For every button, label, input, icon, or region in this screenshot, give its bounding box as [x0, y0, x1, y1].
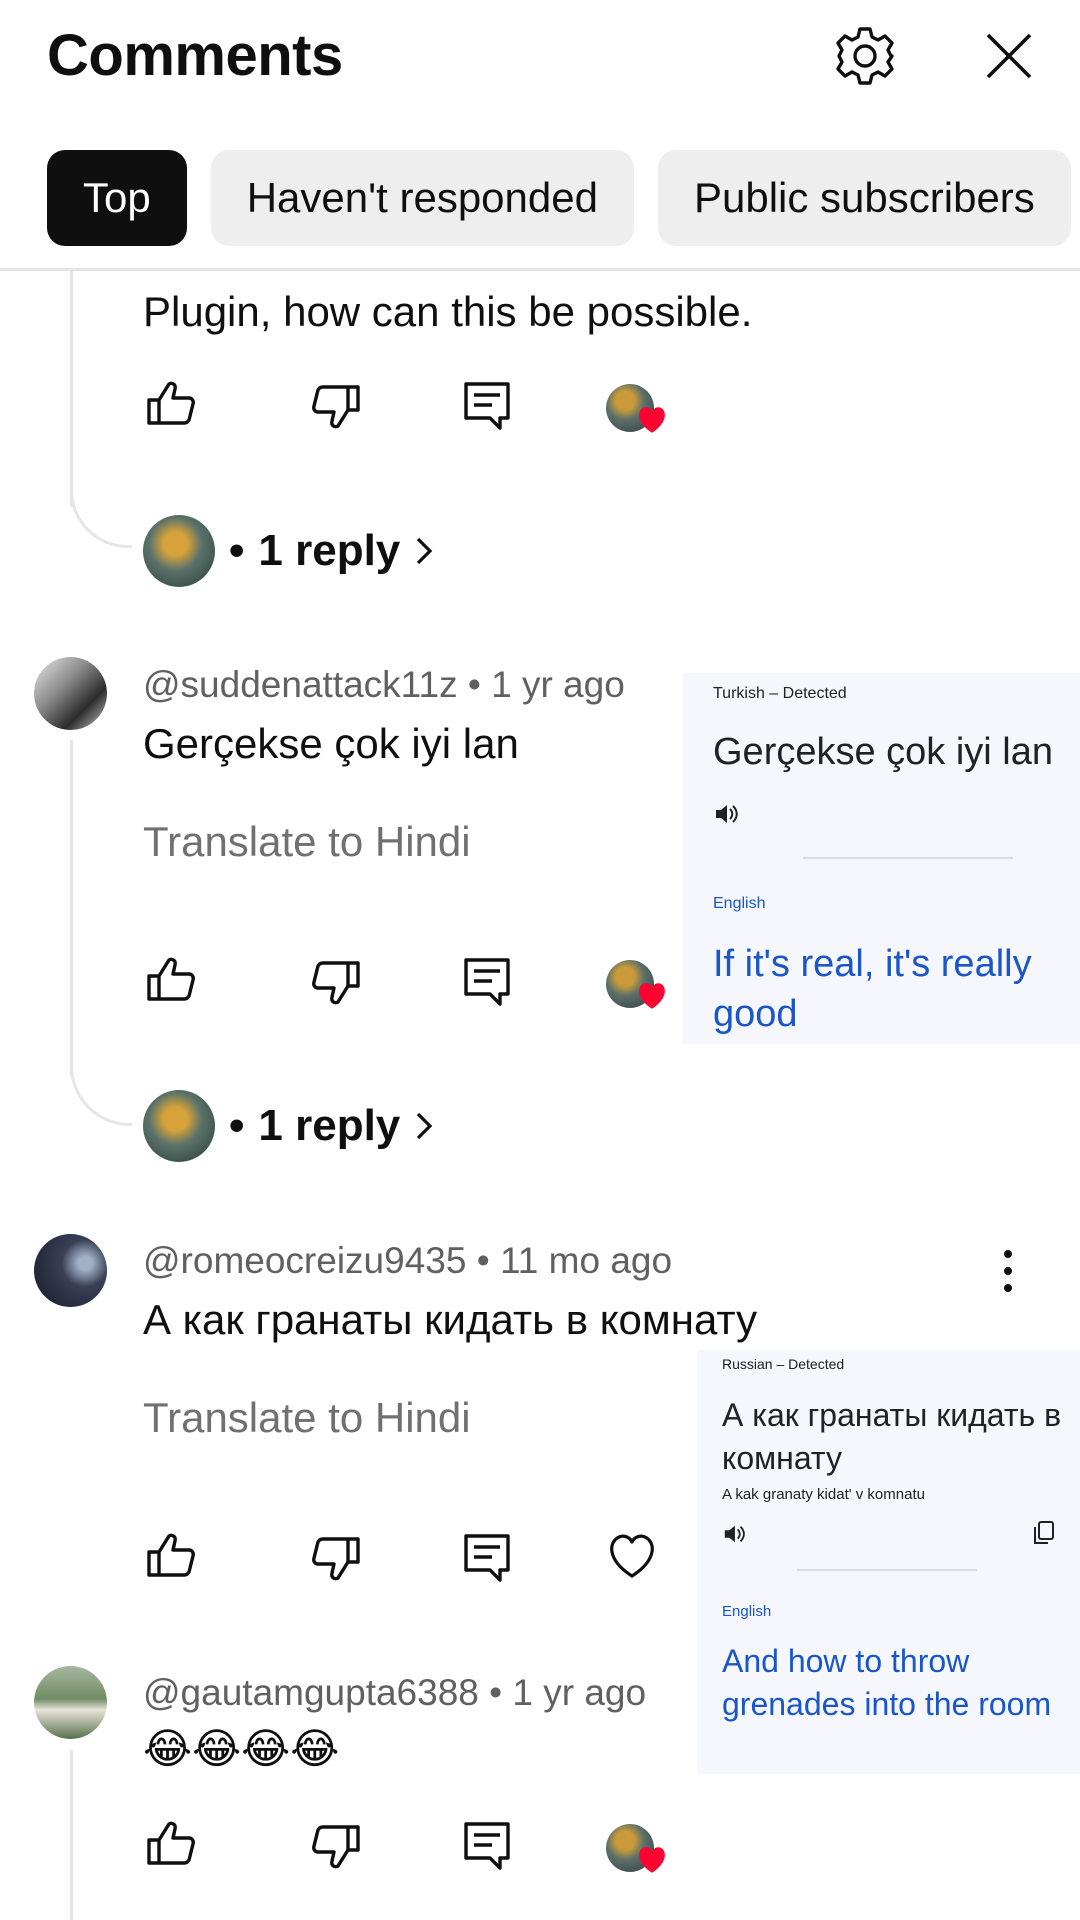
replies-link[interactable]: • 1 reply	[229, 526, 436, 576]
comment-text: Gerçekse çok iyi lan	[143, 720, 519, 767]
page-title: Comments	[47, 23, 343, 88]
chevron-right-icon	[416, 1112, 432, 1140]
replies-link[interactable]: • 1 reply	[229, 1101, 436, 1151]
reply-icon[interactable]	[460, 954, 514, 1008]
dislike-icon[interactable]	[310, 1818, 364, 1872]
heart-outline-icon[interactable]	[606, 1530, 658, 1582]
more-options-icon[interactable]	[990, 1246, 1026, 1296]
translate-link[interactable]: Translate to Hindi	[143, 1394, 471, 1442]
filter-chips: Top Haven't responded Public subscribers	[47, 150, 1071, 246]
copy-icon[interactable]	[1033, 1520, 1055, 1546]
comment-text: 😂😂😂😂	[143, 1724, 340, 1773]
popup-divider	[803, 857, 1013, 859]
dot-separator: •	[229, 526, 245, 575]
heart-icon	[639, 407, 665, 433]
thread-line	[70, 271, 73, 507]
dislike-icon[interactable]	[310, 1530, 364, 1584]
dot-separator: •	[476, 1240, 500, 1281]
thread-line	[70, 740, 73, 1077]
translation-text: And how to throw grenades into the room	[722, 1643, 1052, 1722]
like-icon[interactable]	[143, 954, 197, 1008]
timestamp: 1 yr ago	[491, 664, 625, 705]
target-language: English	[713, 895, 766, 912]
reply-icon[interactable]	[460, 1530, 514, 1584]
avatar[interactable]	[34, 1666, 107, 1739]
translate-link[interactable]: Translate to Hindi	[143, 818, 471, 866]
transliteration-text: A kak granaty kidat' v komnatu	[722, 1486, 925, 1503]
replies-count: 1 reply	[258, 1101, 401, 1150]
dislike-icon[interactable]	[310, 954, 364, 1008]
comment-meta: @gautamgupta6388 • 1 yr ago	[143, 1672, 646, 1714]
author-handle[interactable]: @romeocreizu9435	[143, 1240, 466, 1281]
dot-separator: •	[489, 1672, 513, 1713]
creator-heart-badge[interactable]	[606, 1820, 672, 1880]
author-handle[interactable]: @suddenattack11z	[143, 664, 458, 705]
reply-avatar[interactable]	[143, 1090, 215, 1162]
like-icon[interactable]	[143, 378, 197, 432]
replies-count: 1 reply	[258, 526, 401, 575]
translate-popup: Russian – Detected А как гранаты кидать …	[697, 1350, 1080, 1774]
thread-line	[70, 1750, 73, 1920]
speaker-icon[interactable]	[713, 801, 739, 827]
header-divider	[0, 268, 1080, 271]
translate-popup: Turkish – Detected Gerçekse çok iyi lan …	[683, 673, 1080, 1044]
reply-icon[interactable]	[460, 378, 514, 432]
chip-top[interactable]: Top	[47, 150, 187, 246]
creator-heart-badge[interactable]	[606, 956, 672, 1016]
speaker-icon[interactable]	[722, 1522, 746, 1546]
translation-text: If it's real, it's really good	[713, 943, 1032, 1035]
reply-icon[interactable]	[460, 1818, 514, 1872]
thread-curve	[70, 490, 132, 548]
source-text: А как гранаты кидать в комнату	[722, 1397, 1062, 1476]
comment-text: Plugin, how can this be possible.	[143, 288, 753, 335]
popup-divider	[797, 1569, 977, 1571]
timestamp: 1 yr ago	[512, 1672, 647, 1713]
timestamp: 11 mo ago	[499, 1240, 673, 1281]
creator-heart-badge[interactable]	[606, 380, 672, 440]
chip-havent-responded[interactable]: Haven't responded	[210, 150, 634, 246]
heart-icon	[639, 983, 665, 1009]
comment-meta: @romeocreizu9435 • 11 mo ago	[143, 1240, 672, 1282]
thread-curve	[70, 1066, 132, 1126]
like-icon[interactable]	[143, 1530, 197, 1584]
gear-icon[interactable]	[829, 20, 901, 92]
target-language: English	[722, 1603, 772, 1620]
comment-meta: @suddenattack11z • 1 yr ago	[143, 664, 625, 706]
avatar[interactable]	[34, 657, 107, 730]
author-handle[interactable]: @gautamgupta6388	[143, 1672, 479, 1713]
like-icon[interactable]	[143, 1818, 197, 1872]
source-language: Russian – Detected	[722, 1356, 845, 1372]
chip-public-subscribers[interactable]: Public subscribers	[657, 150, 1071, 246]
dot-separator: •	[229, 1101, 245, 1150]
avatar[interactable]	[34, 1234, 107, 1307]
heart-icon	[639, 1847, 665, 1873]
close-icon[interactable]	[973, 20, 1045, 92]
comment-text: А как гранаты кидать в комнату	[143, 1296, 758, 1343]
source-language: Turkish – Detected	[713, 685, 847, 702]
dot-separator: •	[467, 664, 492, 705]
dislike-icon[interactable]	[310, 378, 364, 432]
source-text: Gerçekse çok iyi lan	[713, 731, 1054, 773]
reply-avatar[interactable]	[143, 515, 215, 587]
chevron-right-icon	[416, 537, 432, 565]
